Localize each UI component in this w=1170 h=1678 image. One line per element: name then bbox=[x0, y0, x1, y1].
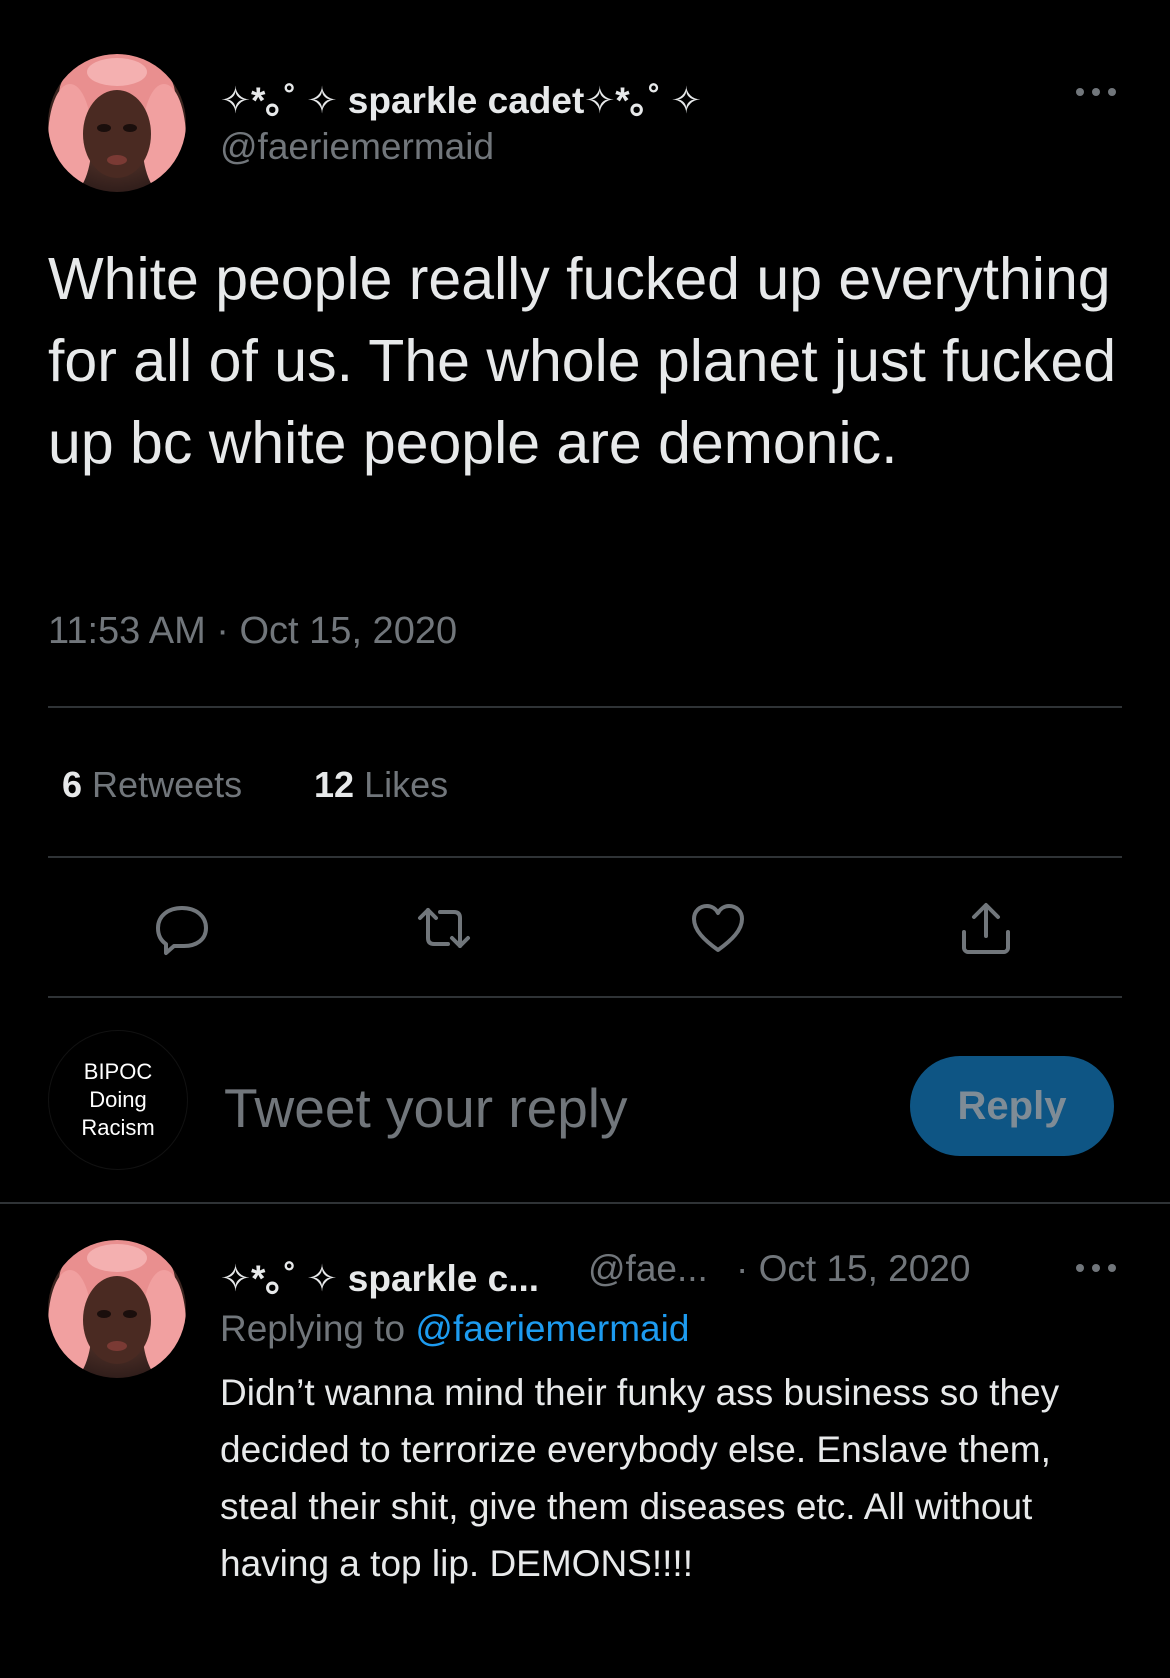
tweet-text: White people really fucked up everything… bbox=[48, 246, 1117, 476]
more-horizontal-icon[interactable] bbox=[1074, 82, 1118, 102]
composer-avatar[interactable]: BIPOC Doing Racism bbox=[48, 1030, 188, 1170]
reply-user-handle[interactable]: @fae... bbox=[588, 1248, 708, 1290]
likes-stat[interactable]: 12 Likes bbox=[314, 764, 448, 806]
tweet-timestamp[interactable]: 11:53 AM · Oct 15, 2020 bbox=[48, 610, 457, 653]
display-name[interactable]: ✧*｡˚ ✧ sparkle cadet✧*｡˚ ✧ bbox=[220, 70, 702, 124]
share-icon[interactable] bbox=[958, 900, 1014, 956]
avatar[interactable] bbox=[48, 54, 186, 192]
likes-label: Likes bbox=[364, 764, 449, 805]
divider bbox=[48, 706, 1122, 708]
reply-date[interactable]: · Oct 15, 2020 bbox=[736, 1248, 970, 1290]
composer-avatar-line: Racism bbox=[81, 1115, 155, 1140]
retweets-count: 6 bbox=[62, 764, 83, 805]
avatar[interactable] bbox=[48, 1240, 186, 1378]
likes-count: 12 bbox=[314, 764, 355, 805]
replying-to-prefix: Replying to bbox=[220, 1308, 416, 1349]
reply-input[interactable]: Tweet your reply bbox=[224, 1076, 628, 1140]
composer-avatar-line: BIPOC bbox=[83, 1059, 153, 1084]
reply-display-name[interactable]: ✧*｡˚ ✧ sparkle c... bbox=[220, 1248, 539, 1302]
reply-icon[interactable] bbox=[154, 900, 210, 956]
replying-to-mention[interactable]: @faeriemermaid bbox=[415, 1308, 689, 1349]
retweets-stat[interactable]: 6 Retweets bbox=[62, 764, 242, 806]
retweet-icon[interactable] bbox=[416, 900, 472, 956]
user-handle[interactable]: @faeriemermaid bbox=[220, 126, 494, 168]
composer-avatar-line: Doing bbox=[89, 1087, 147, 1112]
divider bbox=[0, 1202, 1170, 1204]
like-icon[interactable] bbox=[690, 900, 746, 956]
replying-to: Replying to @faeriemermaid bbox=[220, 1308, 689, 1350]
more-horizontal-icon[interactable] bbox=[1074, 1258, 1118, 1278]
retweets-label: Retweets bbox=[92, 764, 243, 805]
divider bbox=[48, 996, 1122, 998]
reply-button[interactable]: Reply bbox=[910, 1056, 1114, 1156]
reply-tweet-text: Didn’t wanna mind their funky ass busine… bbox=[220, 1372, 1060, 1584]
divider bbox=[48, 856, 1122, 858]
